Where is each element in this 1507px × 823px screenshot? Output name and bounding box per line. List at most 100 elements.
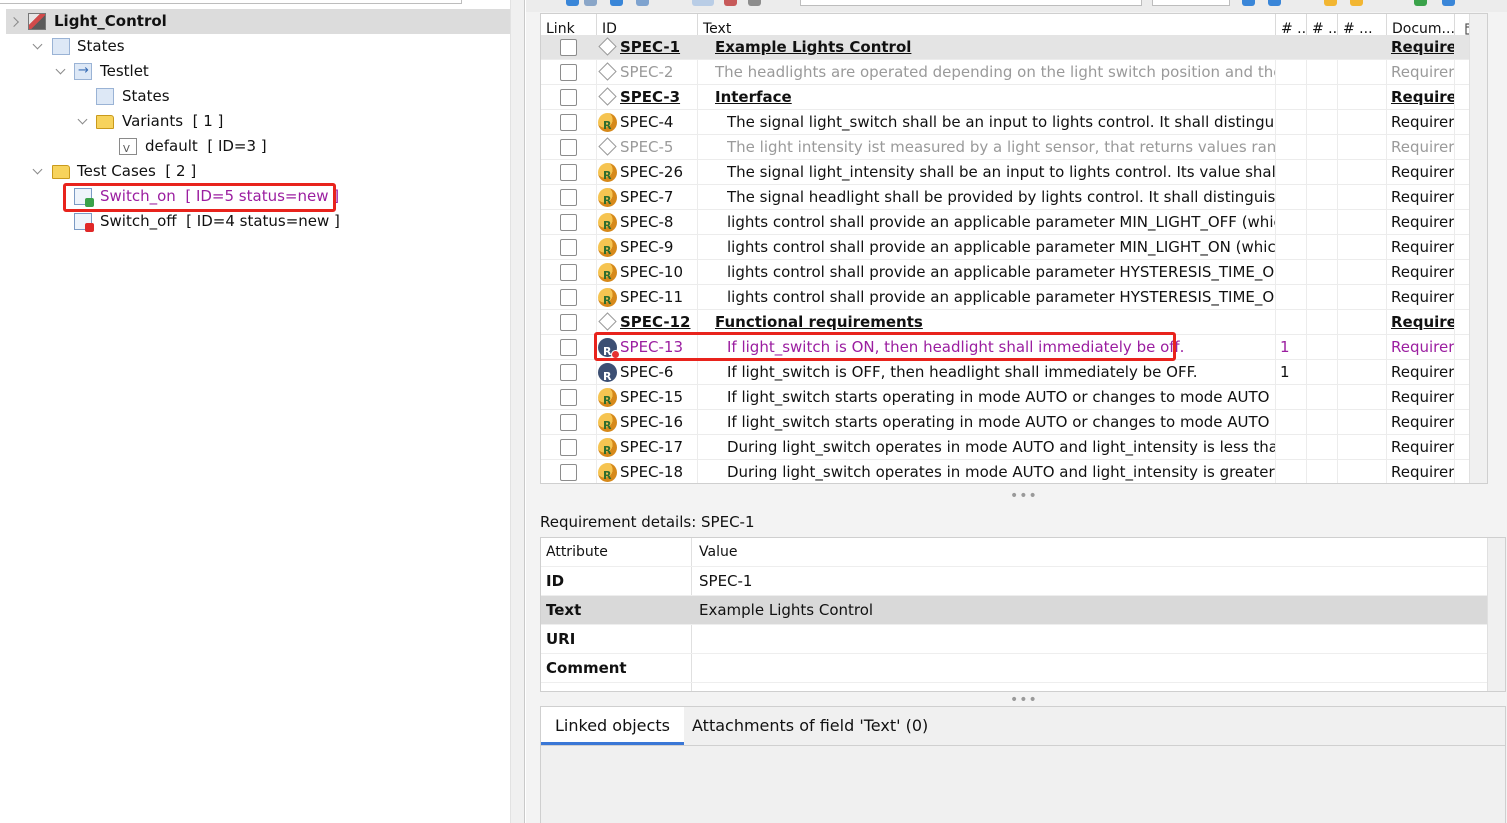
- table-row[interactable]: SPEC-17 During light_switch operates in m…: [541, 435, 1487, 463]
- requirements-table: Link ID Text # ... # ... # ... Docum... …: [540, 13, 1488, 484]
- requirement-text: The signal headlight shall be provided b…: [727, 188, 1275, 206]
- link-checkbox[interactable]: [560, 364, 577, 381]
- toolbar-button[interactable]: [748, 0, 761, 6]
- link-count: [1280, 210, 1305, 235]
- toolbar-button[interactable]: [566, 0, 579, 6]
- toolbar-button[interactable]: [692, 0, 714, 6]
- table-row[interactable]: SPEC-10 lights control shall provide an a…: [541, 260, 1487, 288]
- link-checkbox[interactable]: [560, 189, 577, 206]
- table-row[interactable]: SPEC-5 The light intensity ist measured b…: [541, 135, 1487, 160]
- requirement-icon: [598, 263, 617, 288]
- table-row[interactable]: SPEC-3 Interface Requirer: [541, 85, 1487, 110]
- table-row[interactable]: SPEC-4 The signal light_switch shall be a…: [541, 110, 1487, 138]
- table-row[interactable]: SPEC-9 lights control shall provide an ap…: [541, 235, 1487, 263]
- chevron-down-icon[interactable]: [77, 109, 89, 134]
- attribute-key: Comment: [546, 659, 627, 677]
- sash-handle[interactable]: •••: [1010, 488, 1038, 504]
- link-checkbox[interactable]: [560, 264, 577, 281]
- link-checkbox[interactable]: [560, 439, 577, 456]
- tab-linked-objects[interactable]: Linked objects: [541, 707, 684, 745]
- toolbar-strip: [526, 0, 1507, 12]
- chevron-down-icon[interactable]: [55, 59, 67, 84]
- chevron-down-icon[interactable]: [32, 159, 44, 184]
- table-row[interactable]: SPEC-16 If light_switch starts operating …: [541, 410, 1487, 438]
- table-row[interactable]: SPEC-18 During light_switch operates in m…: [541, 460, 1487, 483]
- link-checkbox[interactable]: [560, 289, 577, 306]
- section-diamond-icon: [598, 87, 617, 106]
- details-row-text[interactable]: Text Example Lights Control: [541, 596, 1488, 625]
- toolbar-button[interactable]: [1268, 0, 1281, 6]
- link-checkbox[interactable]: [560, 64, 577, 81]
- details-row-id[interactable]: ID SPEC-1: [541, 567, 1488, 596]
- link-checkbox[interactable]: [560, 139, 577, 156]
- table-row[interactable]: SPEC-6 If light_switch is OFF, then headl…: [541, 360, 1487, 389]
- details-scrollbar[interactable]: [1487, 538, 1505, 691]
- document-name: Requirer: [1391, 438, 1454, 456]
- toolbar-button[interactable]: [724, 0, 737, 6]
- table-row[interactable]: SPEC-1 Example Lights Control Requirer: [541, 35, 1487, 60]
- link-count: [1280, 85, 1305, 110]
- table-row[interactable]: SPEC-15 If light_switch starts operating …: [541, 385, 1487, 413]
- table-row[interactable]: SPEC-8 lights control shall provide an ap…: [541, 210, 1487, 238]
- document-name: Requirer: [1391, 163, 1454, 181]
- tree-item-test-cases[interactable]: Test Cases [ 2 ]: [0, 159, 500, 184]
- requirement-id: SPEC-18: [620, 463, 684, 481]
- collapse-icon[interactable]: [4, 16, 29, 28]
- document-name: Requirer: [1391, 188, 1454, 206]
- tab-attachments[interactable]: Attachments of field 'Text' (0): [678, 707, 942, 745]
- requirement-text: The signal light_intensity shall be an i…: [727, 163, 1275, 181]
- link-checkbox[interactable]: [560, 89, 577, 106]
- requirement-icon: [598, 113, 617, 138]
- link-checkbox[interactable]: [560, 164, 577, 181]
- details-row-uri[interactable]: URI: [541, 625, 1488, 654]
- link-checkbox[interactable]: [560, 464, 577, 481]
- tree-scrollbar[interactable]: [510, 0, 524, 823]
- tree-item-states[interactable]: States: [0, 34, 500, 59]
- link-count: 1: [1280, 363, 1290, 381]
- tree-item-testlet-states[interactable]: States: [0, 84, 500, 109]
- toolbar-button[interactable]: [636, 0, 649, 6]
- document-name: Requirer: [1391, 263, 1454, 281]
- document-name: Requirer: [1391, 213, 1454, 231]
- link-checkbox[interactable]: [560, 39, 577, 56]
- toolbar-button[interactable]: [584, 0, 597, 6]
- tree-item-variant-default[interactable]: default [ ID=3 ]: [0, 134, 500, 162]
- toolbar-button[interactable]: [1442, 0, 1455, 6]
- link-checkbox[interactable]: [560, 314, 577, 331]
- tree-item-variants[interactable]: Variants [ 1 ]: [0, 109, 500, 134]
- requirement-id: SPEC-6: [620, 363, 674, 381]
- filter-combo[interactable]: [1152, 0, 1230, 6]
- table-row[interactable]: SPEC-2 The headlights are operated depend…: [541, 60, 1487, 85]
- link-checkbox[interactable]: [560, 339, 577, 356]
- table-scrollbar[interactable]: [1469, 14, 1487, 483]
- annotation-highlight-box: [594, 332, 1176, 361]
- state-icon: [52, 38, 70, 55]
- tree-item-testlet[interactable]: Testlet: [0, 58, 500, 84]
- document-name: Requirer: [1391, 413, 1454, 431]
- table-row[interactable]: SPEC-26 The signal light_intensity shall …: [541, 160, 1487, 188]
- link-checkbox[interactable]: [560, 389, 577, 406]
- filter-input[interactable]: [800, 0, 1142, 6]
- requirement-text: During light_switch operates in mode AUT…: [727, 438, 1275, 456]
- link-count: [1280, 285, 1305, 310]
- table-row[interactable]: SPEC-11 lights control shall provide an a…: [541, 285, 1487, 313]
- link-checkbox[interactable]: [560, 414, 577, 431]
- column-header-attribute[interactable]: Attribute: [546, 538, 608, 567]
- toolbar-button[interactable]: [1350, 0, 1363, 6]
- link-checkbox[interactable]: [560, 114, 577, 131]
- link-checkbox[interactable]: [560, 214, 577, 231]
- requirement-text: lights control shall provide an applicab…: [727, 238, 1275, 256]
- attribute-key: URI: [546, 630, 576, 648]
- toolbar-button[interactable]: [1324, 0, 1337, 6]
- chevron-down-icon[interactable]: [32, 34, 44, 59]
- tree-item-root[interactable]: Light_Control: [6, 9, 524, 34]
- details-row-comment[interactable]: Comment: [541, 654, 1488, 683]
- tree-item-switch-off[interactable]: Switch_off [ ID=4 status=new ]: [0, 209, 500, 234]
- toolbar-button[interactable]: [1242, 0, 1255, 6]
- toolbar-button[interactable]: [610, 0, 623, 6]
- link-checkbox[interactable]: [560, 239, 577, 256]
- toolbar-button[interactable]: [1414, 0, 1427, 6]
- table-row[interactable]: SPEC-7 The signal headlight shall be prov…: [541, 185, 1487, 213]
- column-header-value[interactable]: Value: [699, 538, 737, 567]
- document-name: Requirer: [1391, 63, 1454, 81]
